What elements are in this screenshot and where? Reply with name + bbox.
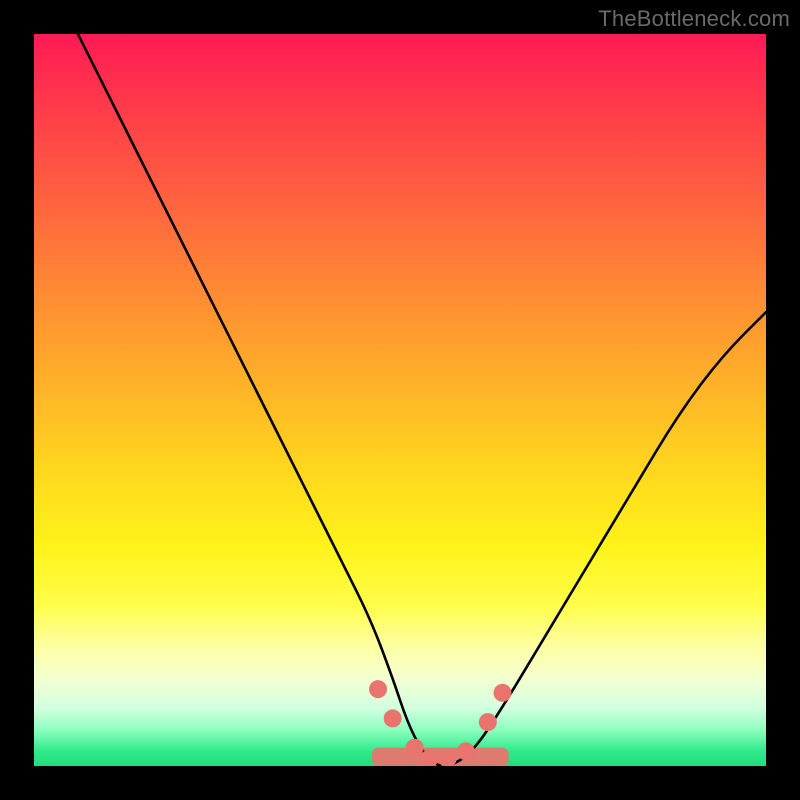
curve-layer xyxy=(34,34,766,766)
watermark-text: TheBottleneck.com xyxy=(598,6,790,32)
bottleneck-curve xyxy=(78,34,766,766)
marker-dot xyxy=(479,713,497,731)
marker-dot xyxy=(369,680,387,698)
marker-dot xyxy=(493,684,511,702)
plot-area xyxy=(34,34,766,766)
marker-dot xyxy=(457,742,475,760)
chart-frame: TheBottleneck.com xyxy=(0,0,800,800)
marker-dot xyxy=(406,739,424,757)
marker-dot xyxy=(384,709,402,727)
